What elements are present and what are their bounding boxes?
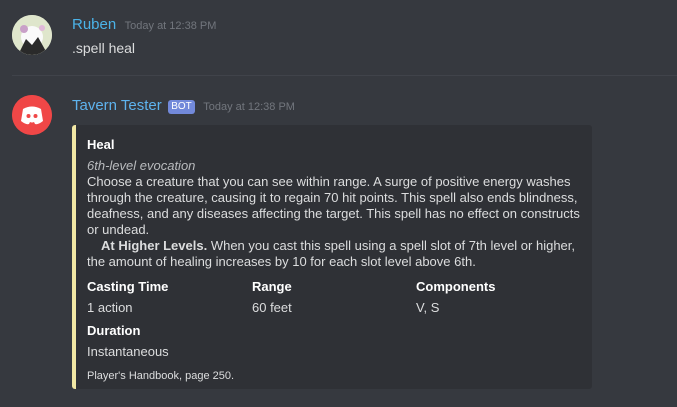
avatar[interactable] [12,95,52,135]
field-name: Range [252,279,292,294]
timestamp: Today at 12:38 PM [124,20,217,32]
avatar[interactable] [12,15,52,55]
field-value: V, S [416,300,440,315]
spell-school: 6th-level evocation [87,158,196,173]
field-value: Instantaneous [87,344,169,359]
field-duration: Duration Instantaneous [87,323,247,359]
field-value: 60 feet [252,300,292,315]
field-name: Components [416,279,496,294]
field-components: Components V, S [416,279,576,315]
author-name[interactable]: Ruben [72,16,116,33]
author-name[interactable]: Tavern Tester [72,97,162,114]
embed-title: Heal [87,137,115,152]
spell-embed: Heal 6th-level evocation Choose a creatu… [72,125,592,389]
field-range: Range 60 feet [252,279,412,315]
timestamp: Today at 12:38 PM [203,101,295,113]
field-value: 1 action [87,300,133,315]
discord-logo-icon [12,95,52,135]
embed-footer: Player's Handbook, page 250. [87,370,235,382]
embed-description: 6th-level evocation Choose a creature th… [87,158,582,270]
field-casting-time: Casting Time 1 action [87,279,247,315]
avatar-image [12,15,52,55]
message-divider [12,75,677,76]
field-name: Casting Time [87,279,169,294]
bot-badge: BOT [168,100,195,114]
field-name: Duration [87,323,141,338]
higher-levels-label: At Higher Levels. [101,238,208,253]
spell-description: Choose a creature that you can see withi… [87,174,580,237]
message-text: .spell heal [72,40,136,56]
